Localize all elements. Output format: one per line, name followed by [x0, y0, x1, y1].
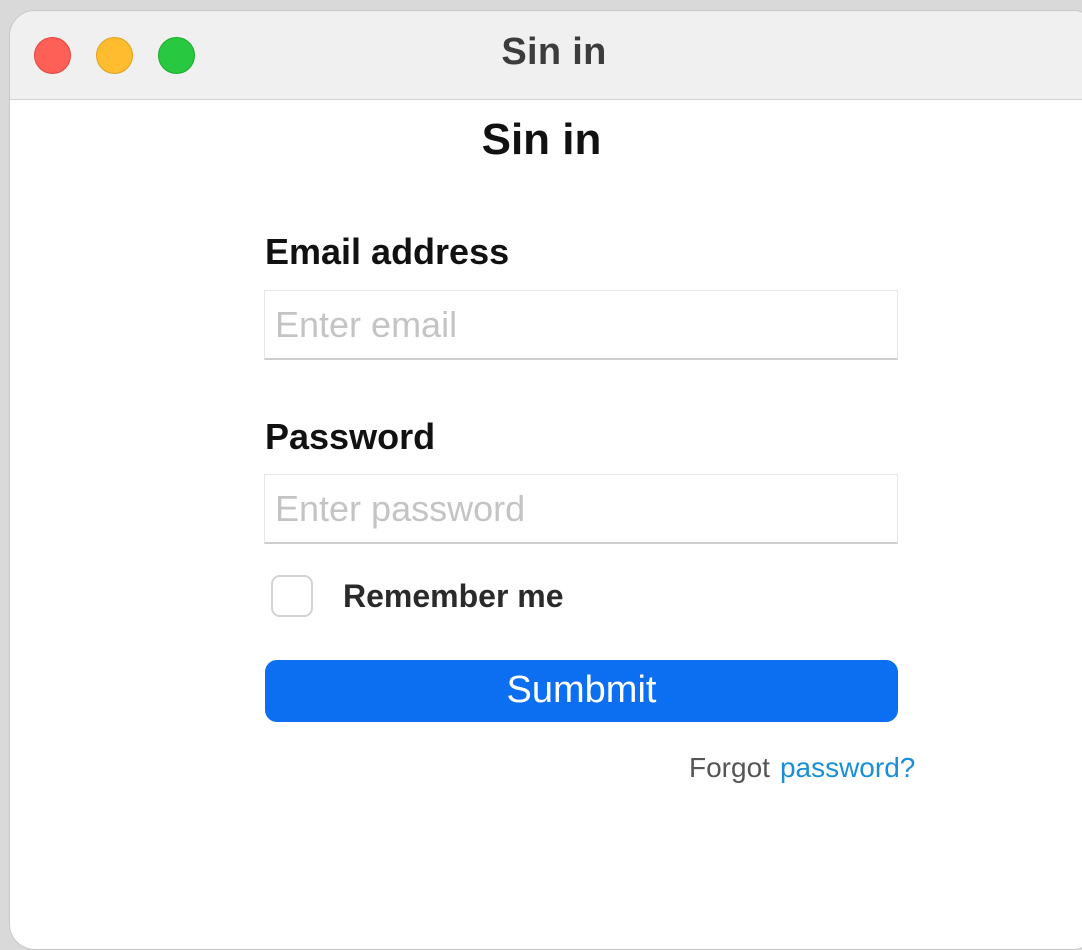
password-label: Password — [265, 416, 436, 457]
forgot-password-row: Forgot password? — [689, 752, 915, 784]
forgot-text: Forgot — [689, 752, 770, 783]
forgot-password-link[interactable]: password? — [780, 752, 915, 783]
app-window: Sin in Sin in Email address Password Rem… — [9, 10, 1082, 950]
remember-me-label[interactable]: Remember me — [343, 578, 564, 615]
window-title: Sin in — [501, 31, 607, 73]
submit-button[interactable]: Sumbmit — [265, 660, 898, 722]
title-bar[interactable]: Sin in — [10, 11, 1082, 100]
page-title: Sin in — [481, 115, 602, 164]
remember-me-checkbox[interactable] — [271, 575, 313, 617]
email-label: Email address — [265, 231, 510, 272]
password-field[interactable] — [264, 474, 898, 544]
email-field[interactable] — [264, 290, 898, 360]
